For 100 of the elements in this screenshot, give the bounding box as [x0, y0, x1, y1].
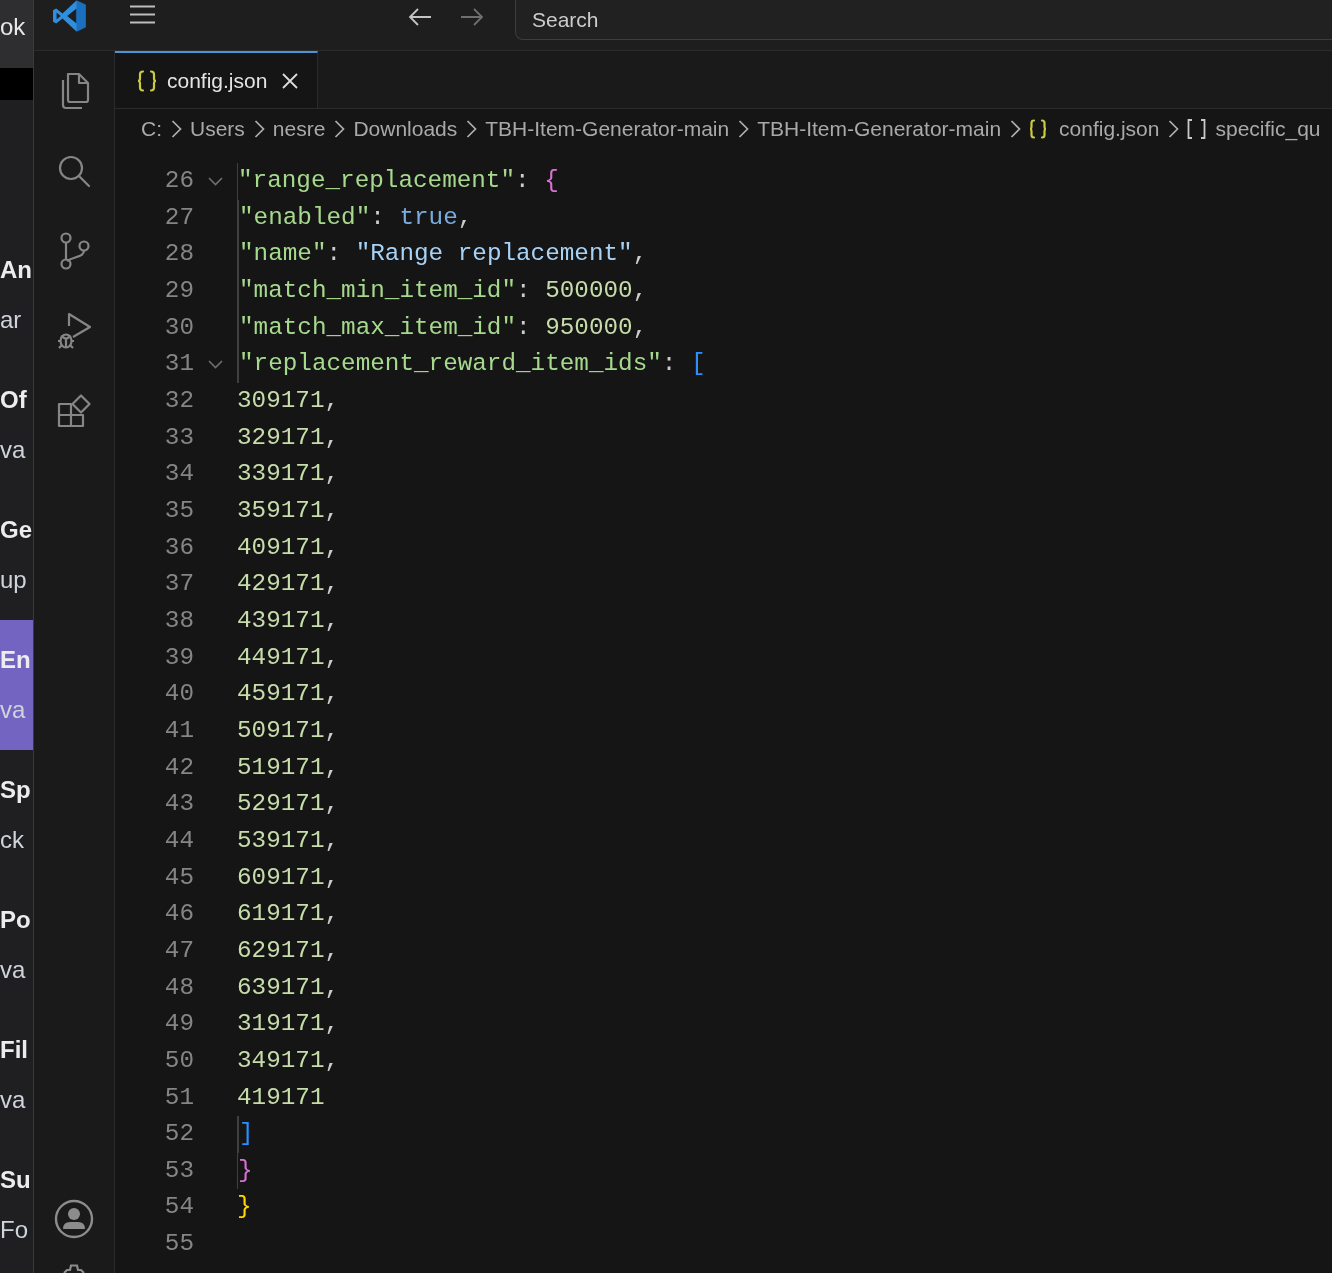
run-debug-icon[interactable]: [56, 312, 92, 350]
chevron-right-icon: [1010, 120, 1022, 138]
entry-title: Sp: [0, 776, 32, 804]
braces-icon: [1029, 119, 1048, 139]
code-line: 509171,: [237, 715, 340, 746]
code-line: 409171,: [237, 532, 340, 563]
code-line: 429171,: [237, 569, 340, 600]
line-number: 52: [163, 1119, 194, 1150]
line-number: 48: [163, 972, 194, 1003]
entry-subtitle: va: [0, 696, 27, 724]
code-line: ]: [237, 1116, 254, 1153]
code-line: 639171,: [237, 972, 340, 1003]
back-arrow-icon[interactable]: [408, 7, 432, 27]
line-number: 32: [163, 386, 194, 417]
line-number: 49: [163, 1009, 194, 1040]
code-line: }: [237, 1192, 252, 1223]
line-number: 53: [163, 1155, 194, 1186]
entry-title: An: [0, 256, 33, 284]
search-icon[interactable]: [57, 154, 91, 188]
line-number: 28: [163, 239, 194, 270]
entry-title: Po: [0, 906, 32, 934]
code-line: 539171,: [237, 825, 340, 856]
entry-subtitle: ck: [0, 826, 25, 854]
line-number: 34: [163, 459, 194, 490]
braces-icon: [137, 69, 157, 92]
line-number: 38: [163, 606, 194, 636]
code-line: 609171,: [237, 862, 340, 893]
code-line: "enabled": true,: [237, 199, 473, 237]
breadcrumb-item[interactable]: nesre: [272, 113, 326, 145]
line-number: 44: [163, 825, 194, 856]
list-card[interactable]: En va: [0, 620, 33, 750]
brackets-icon: [1187, 119, 1207, 139]
line-number: 29: [163, 276, 194, 307]
code-line: 519171,: [237, 752, 340, 783]
chevron-down-icon[interactable]: [208, 360, 223, 370]
code-line: 349171,: [237, 1045, 340, 1076]
search-field[interactable]: Search: [515, 0, 1332, 40]
breadcrumb-item[interactable]: config.json: [1059, 113, 1160, 145]
line-number: 26: [163, 166, 194, 197]
entry-title: En: [0, 646, 32, 674]
entry-subtitle: va: [0, 1086, 27, 1114]
entry-subtitle: va: [0, 956, 27, 984]
chevron-right-icon: [466, 120, 478, 138]
settings-icon[interactable]: [61, 1264, 87, 1273]
chevron-right-icon: [1168, 120, 1180, 138]
entry-subtitle: ar: [0, 306, 23, 334]
banner-block: [0, 68, 33, 100]
line-number: 33: [163, 422, 194, 453]
code-line: 359171,: [237, 496, 340, 526]
chevron-down-icon[interactable]: [208, 176, 223, 186]
entry-title: Su: [0, 1166, 32, 1194]
breadcrumb-item[interactable]: C:: [141, 113, 162, 145]
menu-icon[interactable]: [130, 5, 155, 24]
close-icon[interactable]: [282, 72, 299, 89]
entry-title: Fil: [0, 1036, 29, 1064]
breadcrumb-item[interactable]: TBH-Item-Generator-main: [485, 113, 730, 145]
code-line: }: [237, 1152, 253, 1190]
code-line: 319171,: [237, 1009, 340, 1040]
line-number: 31: [163, 349, 194, 380]
breadcrumb-item[interactable]: specific_qu: [1215, 113, 1321, 145]
line-number: 43: [163, 789, 194, 820]
code-line: "replacement_reward_item_ids": [: [237, 346, 706, 383]
code-line: 619171,: [237, 899, 340, 930]
line-number: 47: [163, 935, 194, 966]
account-icon[interactable]: [54, 1199, 94, 1239]
code-line: 329171,: [237, 422, 340, 453]
line-number: 40: [163, 679, 194, 710]
code-line: 419171: [237, 1082, 325, 1113]
entry-title: Ge: [0, 516, 33, 544]
line-number: 55: [163, 1229, 194, 1260]
branch-icon[interactable]: [58, 232, 90, 270]
breadcrumb-item[interactable]: Downloads: [353, 113, 458, 145]
code-line: 629171,: [237, 935, 340, 966]
code-line: "range_replacement": {: [237, 163, 559, 200]
line-number: 36: [163, 532, 194, 563]
line-number: 41: [163, 715, 194, 746]
editor-tab[interactable]: config.json: [115, 51, 318, 108]
chevron-right-icon: [738, 120, 750, 138]
code-line: 339171,: [237, 459, 340, 490]
code-line: 459171,: [237, 679, 340, 710]
chevron-right-icon: [171, 120, 182, 138]
line-number: 42: [163, 752, 194, 783]
code-line: "name": "Range replacement",: [237, 236, 648, 273]
code-line: "match_max_item_id": 950000,: [237, 309, 648, 347]
line-number: 30: [163, 312, 194, 343]
code-line: "match_min_item_id": 500000,: [237, 272, 648, 310]
line-number: 45: [163, 862, 194, 893]
entry-subtitle: up: [0, 566, 28, 594]
logo-icon: [52, 0, 86, 32]
line-number: 37: [163, 569, 194, 600]
entry-subtitle: Fo: [0, 1216, 29, 1244]
code-line: 449171,: [237, 642, 340, 673]
code-line: 309171,: [237, 386, 340, 417]
chevron-right-icon: [334, 120, 346, 138]
breadcrumb-item[interactable]: TBH-Item-Generator-main: [757, 113, 1002, 145]
breadcrumb-item[interactable]: Users: [190, 113, 245, 145]
extensions-icon[interactable]: [57, 394, 91, 428]
entry-subtitle: va: [0, 436, 27, 464]
line-number: 39: [163, 642, 194, 673]
line-number: 27: [163, 202, 194, 233]
